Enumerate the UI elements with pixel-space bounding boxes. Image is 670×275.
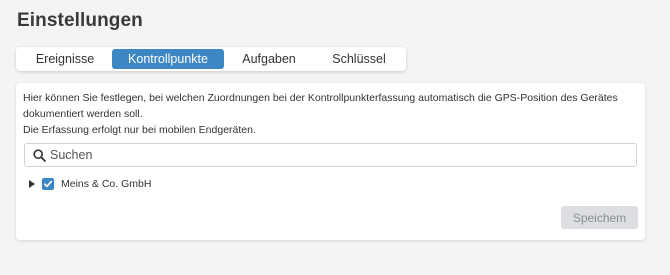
search-icon [33, 149, 46, 162]
tab-bar: Ereignisse Kontrollpunkte Aufgaben Schlü… [16, 47, 406, 71]
tree-item: Meins & Co. GmbH [28, 176, 151, 192]
description-line-1: Hier können Sie festlegen, bei welchen Z… [23, 92, 618, 104]
search-input[interactable] [50, 146, 630, 164]
tree-item-checkbox[interactable] [42, 178, 54, 190]
search-box [24, 143, 637, 167]
tab-aufgaben[interactable]: Aufgaben [224, 49, 314, 69]
tab-ereignisse[interactable]: Ereignisse [18, 49, 112, 69]
tab-kontrollpunkte[interactable]: Kontrollpunkte [112, 49, 224, 69]
description-text: Hier können Sie festlegen, bei welchen Z… [23, 90, 633, 138]
description-line-3: Die Erfassung erfolgt nur bei mobilen En… [23, 124, 256, 136]
settings-card: Hier können Sie festlegen, bei welchen Z… [16, 83, 645, 240]
caret-right-icon[interactable] [28, 179, 36, 189]
tree-item-label[interactable]: Meins & Co. GmbH [61, 178, 151, 190]
description-line-2: dokumentiert werden soll. [23, 108, 143, 120]
tab-schluessel[interactable]: Schlüssel [314, 49, 404, 69]
page-title: Einstellungen [17, 10, 143, 31]
save-button[interactable]: Speichem [561, 206, 638, 229]
check-icon [43, 180, 53, 188]
